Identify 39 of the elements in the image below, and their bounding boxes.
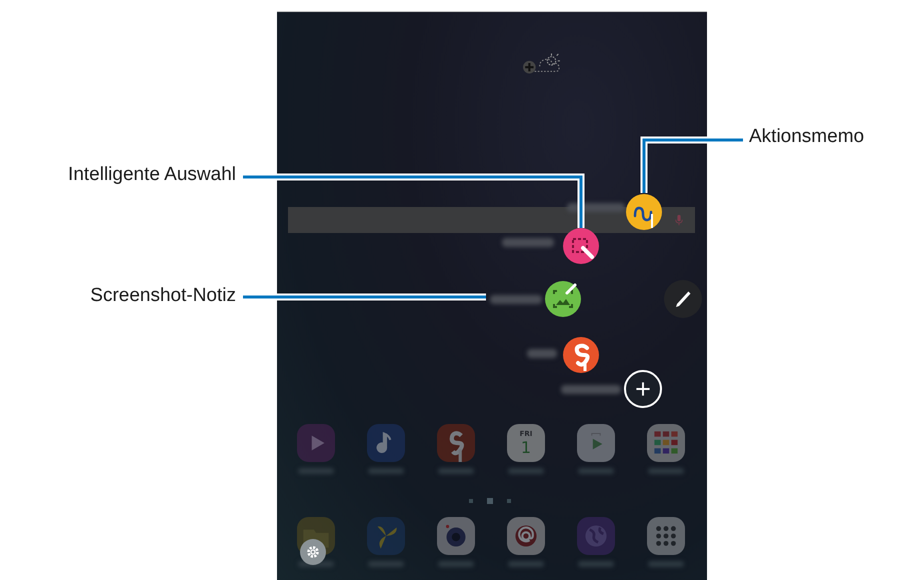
weather-add-icon — [522, 52, 562, 76]
camera-app-icon[interactable] — [437, 517, 475, 555]
blurred-label — [502, 238, 554, 247]
video-app-icon[interactable] — [297, 424, 335, 462]
blurred-app-label — [578, 468, 614, 474]
gallery-app-icon[interactable] — [367, 517, 405, 555]
callout-label: Aktionsmemo — [749, 126, 864, 148]
blurred-app-label — [368, 468, 404, 474]
add-button[interactable] — [624, 370, 662, 408]
blurred-label — [490, 295, 542, 304]
s-note-app-icon[interactable] — [437, 424, 475, 462]
screen-write-button[interactable] — [545, 281, 581, 317]
blurred-app-label — [648, 561, 684, 567]
pen-icon — [676, 291, 690, 307]
blurred-app-label — [508, 468, 544, 474]
s-note-button[interactable] — [563, 337, 599, 373]
blurred-app-label — [438, 468, 474, 474]
blurred-app-label — [648, 468, 684, 474]
blurred-app-label — [438, 561, 474, 567]
air-command-button[interactable] — [664, 280, 702, 318]
store-app-icon[interactable] — [577, 424, 615, 462]
blurred-app-label — [368, 561, 404, 567]
calendar-day: 1 — [520, 439, 532, 456]
blurred-label — [561, 385, 621, 394]
music-app-icon[interactable] — [367, 424, 405, 462]
blurred-app-label — [508, 561, 544, 567]
folder-app-icon[interactable] — [647, 424, 685, 462]
apps-app-icon[interactable] — [647, 517, 685, 555]
blurred-app-label — [298, 468, 334, 474]
settings-button[interactable] — [300, 539, 326, 565]
email-app-icon[interactable] — [507, 517, 545, 555]
blurred-app-label — [578, 561, 614, 567]
settings-icon — [305, 544, 321, 560]
action-memo-button[interactable] — [626, 194, 662, 230]
callout-label: Screenshot-Notiz — [90, 285, 236, 307]
page-indicator — [469, 498, 511, 504]
blurred-label — [527, 349, 557, 358]
callout-label: Intelligente Auswahl — [68, 164, 236, 186]
smart-select-button[interactable] — [563, 228, 599, 264]
